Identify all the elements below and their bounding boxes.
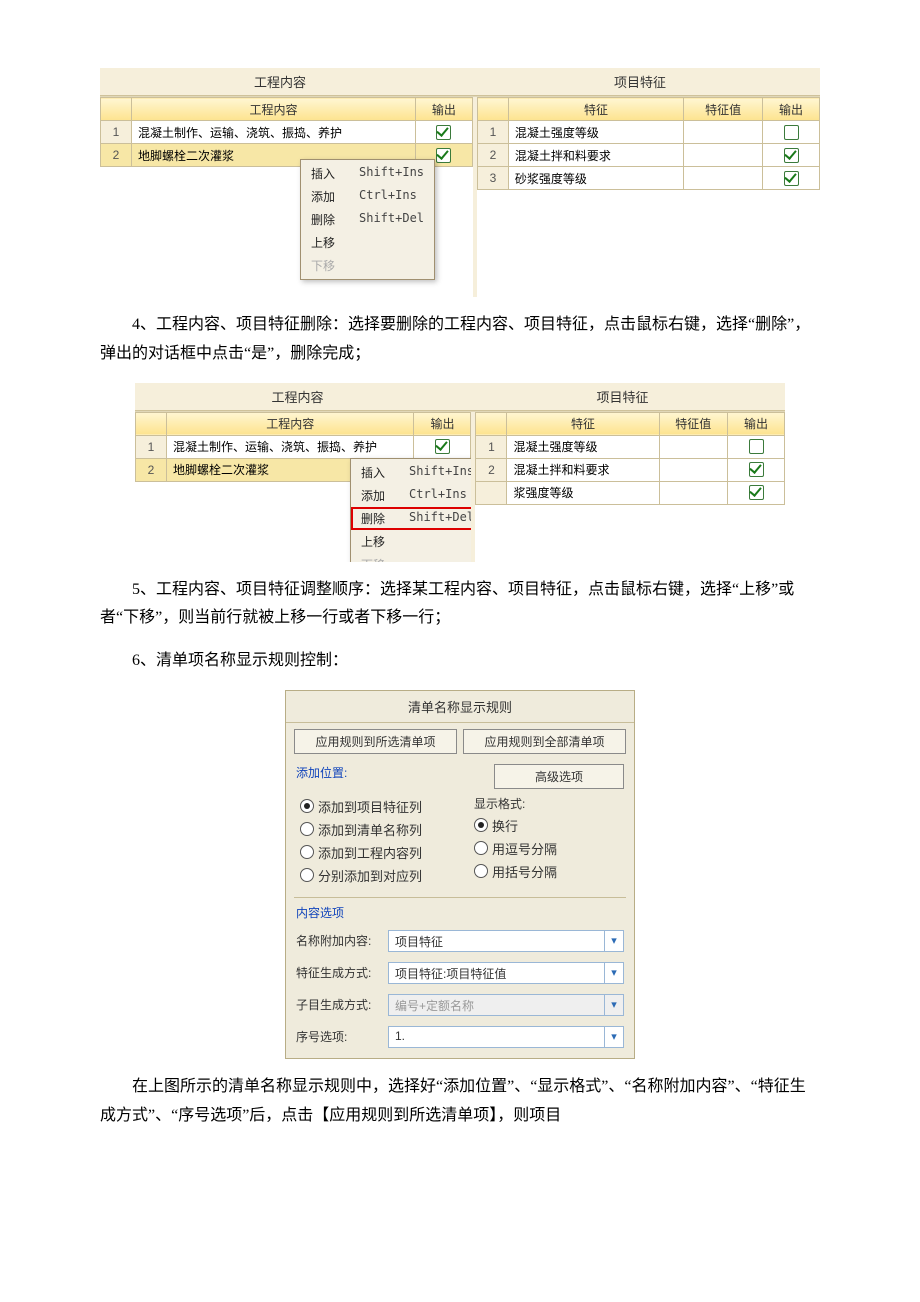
tab-left[interactable]: 工程内容 bbox=[100, 68, 460, 95]
checkbox[interactable] bbox=[749, 485, 764, 500]
sub-gen-label: 子目生成方式: bbox=[296, 996, 382, 1013]
menu-delete[interactable]: 删除Shift+Del bbox=[351, 507, 475, 530]
table-row[interactable]: 浆强度等级 bbox=[476, 481, 785, 504]
checkbox[interactable] bbox=[436, 125, 451, 140]
menu-add[interactable]: 添加Ctrl+Ins bbox=[351, 484, 475, 507]
checkbox[interactable] bbox=[749, 462, 764, 477]
sequence-label: 序号选项: bbox=[296, 1028, 382, 1045]
chevron-down-icon: ▾ bbox=[604, 1027, 623, 1047]
right-panel: 特征 特征值 输出 1 混凝土强度等级 2 混凝土拌和料要求 bbox=[477, 97, 820, 297]
add-position-label: 添加位置: bbox=[296, 764, 494, 789]
left-grid: 工程内容 输出 1 混凝土制作、运输、浇筑、振捣、养护 2 地脚螺栓二次灌浆 bbox=[100, 97, 473, 167]
menu-down: 下移 bbox=[351, 553, 475, 562]
radio-add-feat-col[interactable]: 添加到项目特征列 bbox=[300, 795, 450, 818]
apply-all-button[interactable]: 应用规则到全部清单项 bbox=[463, 729, 626, 754]
content-option-label: 内容选项 bbox=[296, 904, 344, 921]
paragraph-6: 6、清单项名称显示规则控制： bbox=[100, 647, 820, 676]
table-row[interactable]: 3 砂浆强度等级 bbox=[477, 167, 819, 190]
radio-add-name-col[interactable]: 添加到清单名称列 bbox=[300, 818, 450, 841]
context-menu: 插入Shift+Ins 添加Ctrl+Ins 删除Shift+Del 上移 下移 bbox=[350, 458, 475, 562]
col-value: 特征值 bbox=[684, 98, 763, 121]
name-append-label: 名称附加内容: bbox=[296, 932, 382, 949]
tab-right[interactable]: 项目特征 bbox=[460, 68, 820, 95]
table-row[interactable]: 1 混凝土制作、运输、浇筑、振捣、养护 bbox=[136, 435, 471, 458]
context-menu: 插入Shift+Ins 添加Ctrl+Ins 删除Shift+Del 上移 下移 bbox=[300, 159, 435, 280]
table-row[interactable]: 1 混凝土制作、运输、浇筑、振捣、养护 bbox=[101, 121, 473, 144]
checkbox[interactable] bbox=[435, 439, 450, 454]
checkbox[interactable] bbox=[784, 125, 799, 140]
sub-gen-select: 编号+定额名称▾ bbox=[388, 994, 624, 1016]
checkbox[interactable] bbox=[749, 439, 764, 454]
menu-down: 下移 bbox=[301, 254, 434, 277]
feature-gen-select[interactable]: 项目特征:项目特征值▾ bbox=[388, 962, 624, 984]
right-grid: 特征 特征值 输出 1 混凝土强度等级 2 混凝土拌和料要求 bbox=[477, 97, 820, 190]
menu-up[interactable]: 上移 bbox=[351, 530, 475, 553]
chevron-down-icon: ▾ bbox=[604, 963, 623, 983]
col-output: 输出 bbox=[415, 98, 472, 121]
tab-bar: 工程内容 项目特征 bbox=[100, 68, 820, 96]
radio-comma[interactable]: 用逗号分隔 bbox=[474, 837, 624, 860]
checkbox[interactable] bbox=[784, 148, 799, 163]
menu-add[interactable]: 添加Ctrl+Ins bbox=[301, 185, 434, 208]
paragraph-5: 5、工程内容、项目特征调整顺序：选择某工程内容、项目特征，点击鼠标右键，选择“上… bbox=[100, 576, 820, 634]
left-panel: 工程内容 输出 1 混凝土制作、运输、浇筑、振捣、养护 2 地脚螺栓二次灌浆 bbox=[100, 97, 477, 297]
chevron-down-icon: ▾ bbox=[604, 931, 623, 951]
advanced-button[interactable]: 高级选项 bbox=[494, 764, 624, 789]
radio-bracket[interactable]: 用括号分隔 bbox=[474, 860, 624, 883]
col-output: 输出 bbox=[763, 98, 820, 121]
chevron-down-icon: ▾ bbox=[604, 995, 623, 1015]
format-label: 显示格式: bbox=[474, 795, 624, 814]
menu-insert[interactable]: 插入Shift+Ins bbox=[351, 461, 475, 484]
tab-left[interactable]: 工程内容 bbox=[135, 383, 460, 410]
checkbox[interactable] bbox=[436, 148, 451, 163]
tab-right[interactable]: 项目特征 bbox=[460, 383, 785, 410]
screenshot-delete-menu: 工程内容 项目特征 工程内容 输出 1 混凝土制作、运输、浇筑、振捣、养护 bbox=[135, 383, 785, 562]
table-row[interactable]: 2 混凝土拌和料要求 bbox=[476, 458, 785, 481]
checkbox[interactable] bbox=[784, 171, 799, 186]
col-content: 工程内容 bbox=[132, 98, 416, 121]
menu-up[interactable]: 上移 bbox=[301, 231, 434, 254]
feature-gen-label: 特征生成方式: bbox=[296, 964, 382, 981]
radio-add-each-col[interactable]: 分别添加到对应列 bbox=[300, 864, 450, 887]
table-row[interactable]: 2 混凝土拌和料要求 bbox=[477, 144, 819, 167]
menu-insert[interactable]: 插入Shift+Ins bbox=[301, 162, 434, 185]
table-row[interactable]: 1 混凝土强度等级 bbox=[476, 435, 785, 458]
sequence-select[interactable]: 1.▾ bbox=[388, 1026, 624, 1048]
screenshot-name-rule-dialog: 清单名称显示规则 应用规则到所选清单项 应用规则到全部清单项 添加位置: 高级选… bbox=[285, 690, 635, 1059]
apply-selected-button[interactable]: 应用规则到所选清单项 bbox=[294, 729, 457, 754]
name-append-select[interactable]: 项目特征▾ bbox=[388, 930, 624, 952]
col-feature: 特征 bbox=[508, 98, 683, 121]
paragraph-7: 在上图所示的清单名称显示规则中，选择好“添加位置”、“显示格式”、“名称附加内容… bbox=[100, 1073, 820, 1131]
radio-add-content-col[interactable]: 添加到工程内容列 bbox=[300, 841, 450, 864]
table-row[interactable]: 1 混凝土强度等级 bbox=[477, 121, 819, 144]
radio-wrap[interactable]: 换行 bbox=[474, 814, 624, 837]
paragraph-4: 4、工程内容、项目特征删除：选择要删除的工程内容、项目特征，点击鼠标右键，选择“… bbox=[100, 311, 820, 369]
dialog-title: 清单名称显示规则 bbox=[286, 691, 634, 723]
screenshot-insert-menu: 工程内容 项目特征 工程内容 输出 1 混凝土制作、运输、浇筑、振捣、养护 bbox=[100, 68, 820, 297]
name-rule-dialog: 清单名称显示规则 应用规则到所选清单项 应用规则到全部清单项 添加位置: 高级选… bbox=[285, 690, 635, 1059]
menu-delete[interactable]: 删除Shift+Del bbox=[301, 208, 434, 231]
